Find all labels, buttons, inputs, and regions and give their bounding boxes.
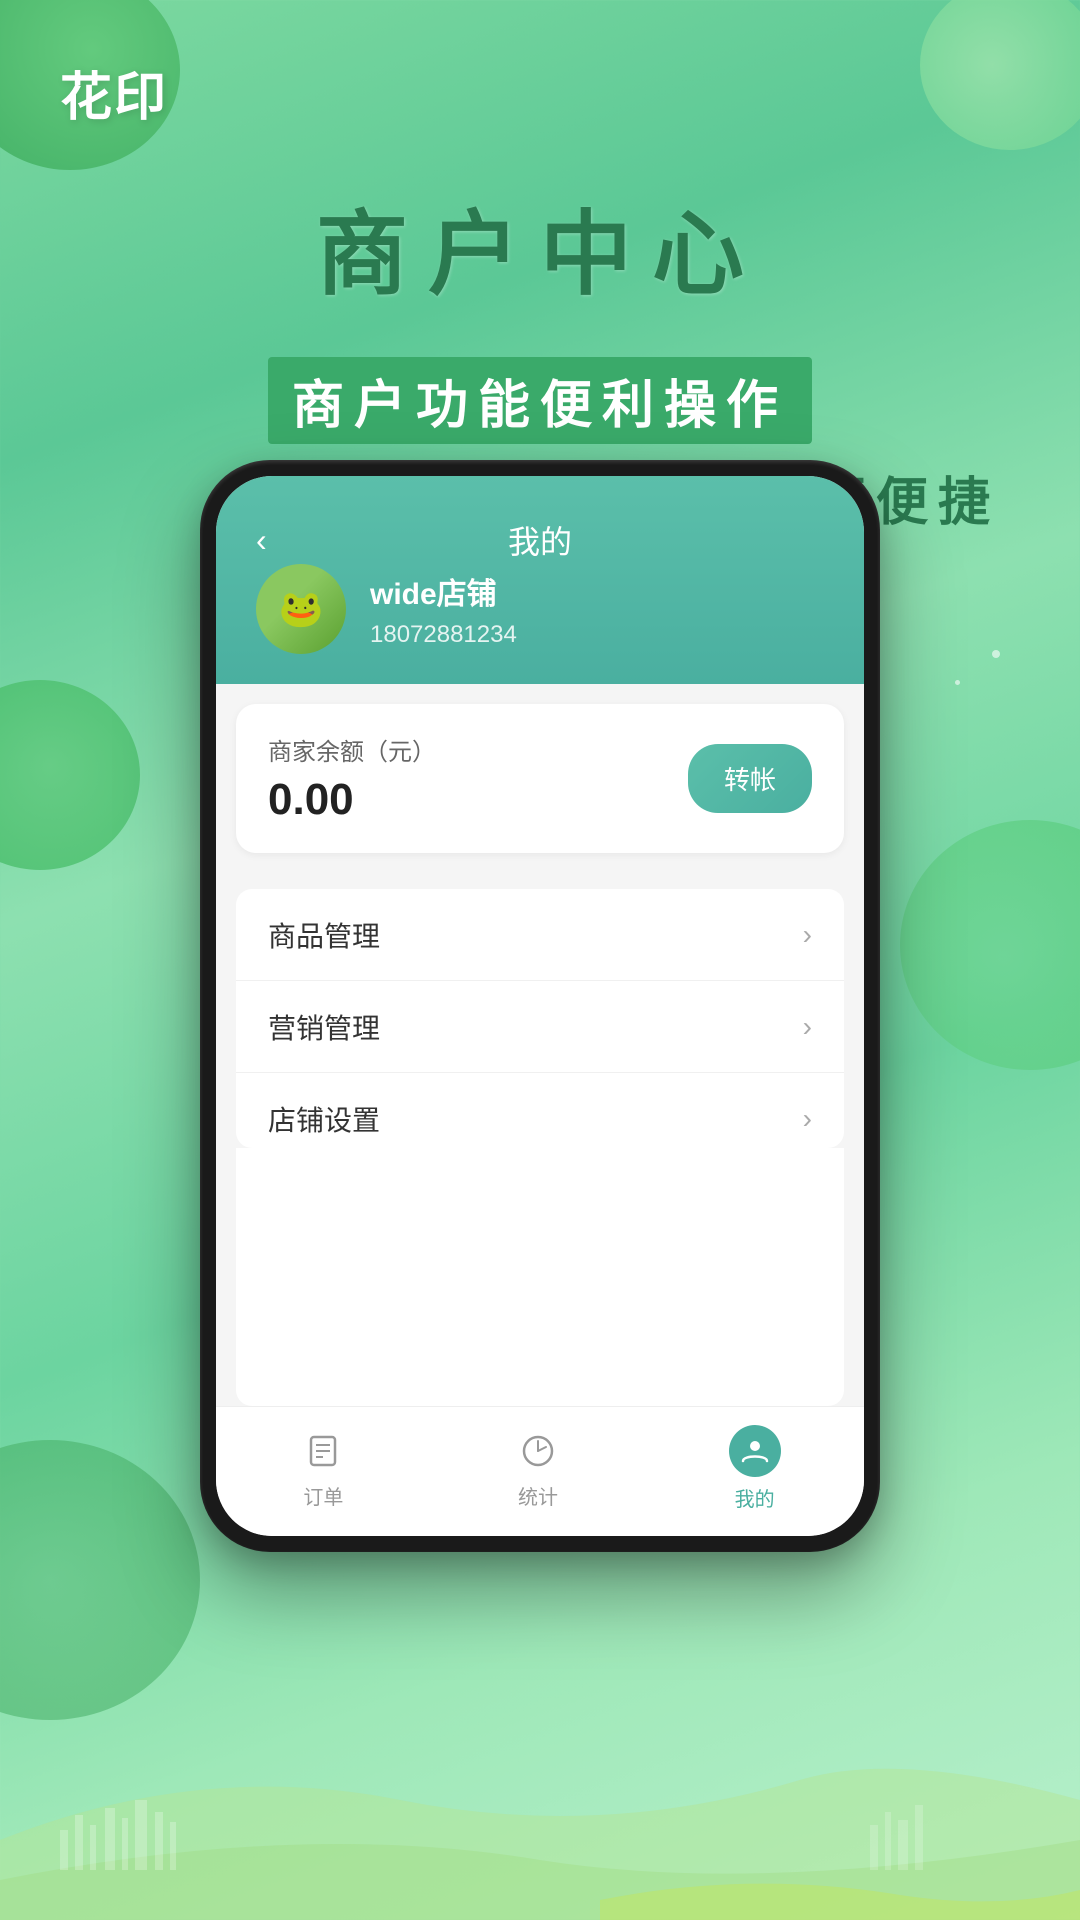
phone-screen: ‹ 我的 🐸 wide店铺 18072881234 商家余额（元） 0.00	[216, 476, 864, 1536]
user-info: wide店铺 18072881234	[370, 569, 517, 649]
profile-icon-circle	[729, 1425, 781, 1477]
app-logo: 花印	[60, 55, 168, 130]
back-button[interactable]: ‹	[256, 522, 267, 559]
tab-stats-label: 统计	[518, 1481, 558, 1510]
stats-icon	[514, 1427, 562, 1475]
tab-orders-label: 订单	[303, 1481, 343, 1510]
chevron-products-icon: ›	[803, 919, 812, 951]
nav-title: 我的	[508, 517, 572, 563]
user-name: wide店铺	[370, 569, 517, 613]
bottom-hills	[0, 1640, 1080, 1920]
user-phone: 18072881234	[370, 621, 517, 649]
menu-item-marketing-label: 营销管理	[268, 1007, 380, 1047]
balance-card: 商家余额（元） 0.00 转帐	[236, 704, 844, 853]
bg-blob-mid-right	[900, 820, 1080, 1070]
chevron-store-settings-icon: ›	[803, 1103, 812, 1135]
phone-frame: ‹ 我的 🐸 wide店铺 18072881234 商家余额（元） 0.00	[200, 460, 880, 1552]
sparkle-1	[992, 650, 1000, 658]
bg-blob-mid-left	[0, 680, 140, 870]
balance-label: 商家余额（元）	[268, 732, 436, 767]
tab-orders[interactable]: 订单	[299, 1427, 347, 1510]
balance-amount: 0.00	[268, 775, 436, 825]
sparkle-2	[955, 680, 960, 685]
avatar: 🐸	[256, 564, 346, 654]
phone-wrapper: ‹ 我的 🐸 wide店铺 18072881234 商家余额（元） 0.00	[200, 460, 880, 1552]
menu-item-store-settings-label: 店铺设置	[268, 1099, 380, 1139]
tab-stats[interactable]: 统计	[514, 1427, 562, 1510]
spacer	[236, 1148, 844, 1407]
nav-wrapper: ‹ 我的	[256, 516, 824, 564]
tab-profile[interactable]: 我的	[729, 1425, 781, 1512]
phone-header: ‹ 我的 🐸 wide店铺 18072881234	[216, 476, 864, 684]
menu-item-products-label: 商品管理	[268, 915, 380, 955]
menu-item-marketing[interactable]: 营销管理 ›	[236, 981, 844, 1073]
chevron-marketing-icon: ›	[803, 1011, 812, 1043]
sub-title-1: 商户功能便利操作	[268, 357, 812, 444]
main-title: 商户中心	[0, 180, 1080, 313]
user-section: 🐸 wide店铺 18072881234	[256, 564, 824, 654]
tab-bar: 订单 统计	[216, 1406, 864, 1536]
bg-blob-top-right	[920, 0, 1080, 150]
order-icon	[299, 1427, 347, 1475]
balance-left: 商家余额（元） 0.00	[268, 732, 436, 825]
transfer-button[interactable]: 转帐	[688, 744, 812, 813]
menu-section: 商品管理 › 营销管理 › 店铺设置 › 外卖设置 › 语音通知 ›	[236, 889, 844, 1148]
menu-item-products[interactable]: 商品管理 ›	[236, 889, 844, 981]
tab-profile-label: 我的	[735, 1483, 775, 1512]
menu-item-store-settings[interactable]: 店铺设置 ›	[236, 1073, 844, 1148]
